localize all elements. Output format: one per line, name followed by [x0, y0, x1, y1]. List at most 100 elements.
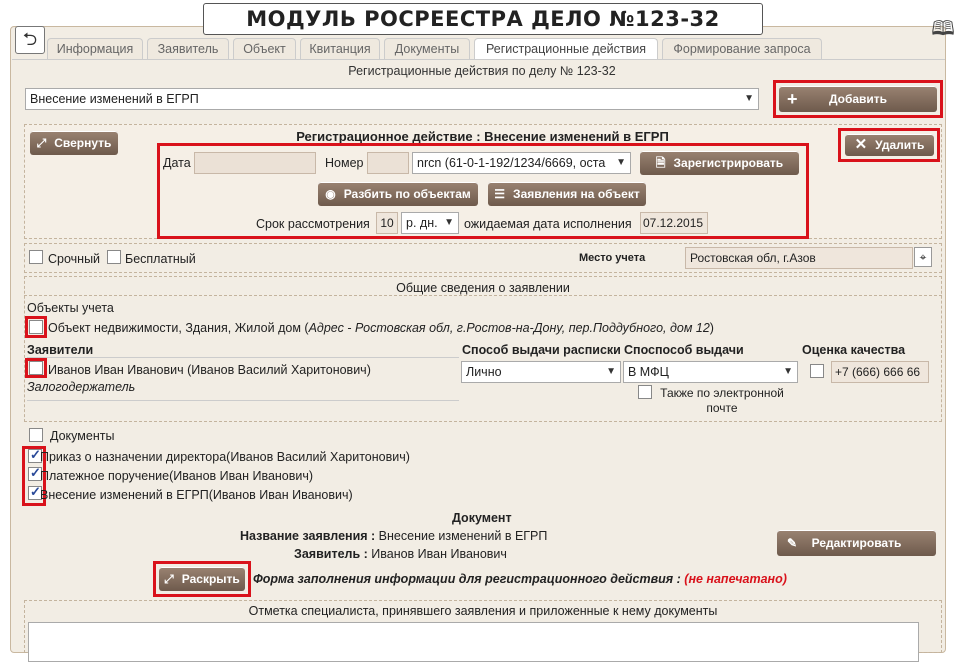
- collapse-arrows-icon: ⤢: [36, 136, 47, 150]
- free-checkbox[interactable]: [107, 250, 121, 264]
- tab-receipt[interactable]: Квитанция: [300, 38, 380, 60]
- specialist-note-textarea[interactable]: [28, 622, 919, 662]
- applications-button-label: Заявления на объект: [513, 187, 640, 201]
- chevron-down-icon: ▼: [744, 93, 754, 104]
- nrcn-select-value: nrcn (61-0-1-192/1234/6669, оста: [417, 156, 606, 170]
- register-button-label: Зарегистрировать: [673, 156, 784, 170]
- also-email-checkbox[interactable]: [638, 385, 652, 399]
- divider: [27, 357, 459, 358]
- divider: [24, 295, 942, 296]
- expand-arrows-icon: ⤢: [164, 572, 174, 586]
- quality-header: Оценка качества: [802, 343, 906, 357]
- term-input[interactable]: 10: [376, 212, 398, 234]
- form-label: Форма заполнения информации для регистра…: [253, 572, 681, 586]
- action-select[interactable]: Внесение изменений в ЕГРП ▼: [25, 88, 759, 110]
- objects-label: Объекты учета: [27, 301, 114, 315]
- document-item-3: Внесение изменений в ЕГРП(Иванов Иван Ив…: [40, 488, 353, 502]
- documents-label: Документы: [50, 429, 115, 443]
- expand-button-label: Раскрыть: [181, 572, 240, 586]
- page-title: МОДУЛЬ РОСРЕЕСТРА ДЕЛО №123-32: [203, 3, 763, 35]
- issue-method-header: Споспособ выдачи: [624, 343, 744, 357]
- tab-documents[interactable]: Документы: [384, 38, 470, 60]
- applicant-checkbox[interactable]: [29, 361, 43, 375]
- object-address: Адрес - Ростовская обл, г.Ростов-на-Дону…: [308, 321, 710, 335]
- term-unit-select[interactable]: р. дн. ▼: [401, 212, 459, 234]
- collapse-button[interactable]: ⤢ Свернуть: [30, 131, 118, 155]
- form-status: (не напечатано): [684, 572, 787, 586]
- document-icon: 🗎: [655, 156, 666, 170]
- term-label: Срок рассмотрения: [256, 217, 370, 231]
- place-label: Место учета: [579, 252, 646, 264]
- applicants-header: Заявители: [27, 343, 94, 357]
- add-button[interactable]: + Добавить: [779, 86, 937, 112]
- back-arrow-icon: ⮌: [22, 29, 38, 49]
- split-icon: ◉: [325, 187, 336, 201]
- object-close: ): [709, 321, 714, 335]
- also-email-label: Также по электронной почте: [660, 386, 784, 415]
- object-row: Объект недвижимости, Здания, Жилой дом (…: [48, 321, 714, 335]
- applications-button[interactable]: ☰ Заявления на объект: [488, 182, 646, 206]
- expected-date-label: ожидаемая дата исполнения: [464, 217, 632, 231]
- receipt-method-header: Способ выдачи расписки: [462, 343, 621, 357]
- documents-checkbox[interactable]: [29, 428, 43, 442]
- tab-divider: [12, 59, 945, 60]
- applicant-name: Иванов Иван Иванович (Иванов Василий Хар…: [48, 363, 371, 377]
- urgent-checkbox[interactable]: [29, 250, 43, 264]
- object-checkbox[interactable]: [29, 320, 43, 334]
- expected-date-input[interactable]: 07.12.2015: [640, 212, 708, 234]
- number-label: Номер: [325, 156, 364, 170]
- pencil-icon: ✎: [787, 536, 798, 550]
- phone-input[interactable]: +7 (666) 666 66: [831, 361, 929, 383]
- receipt-method-value: Лично: [466, 365, 502, 379]
- quality-checkbox[interactable]: [810, 364, 824, 378]
- document-item-1: Приказ о назначении директора(Иванов Вас…: [40, 450, 410, 464]
- reg-action-title: Регистрационное действие : Внесение изме…: [296, 129, 669, 144]
- tab-request-forming[interactable]: Формирование запроса: [662, 38, 822, 60]
- edit-button[interactable]: ✎ Редактировать: [777, 530, 936, 556]
- nrcn-select[interactable]: nrcn (61-0-1-192/1234/6669, оста ▼: [412, 152, 631, 174]
- edit-button-label: Редактировать: [811, 536, 902, 550]
- section-caption: Регистрационные действия по делу № 123-3…: [348, 64, 616, 78]
- app-name-label: Название заявления :: [240, 529, 376, 543]
- chevron-down-icon: ▼: [606, 366, 616, 377]
- expand-button[interactable]: ⤢ Раскрыть: [159, 567, 245, 591]
- collapse-button-label: Свернуть: [54, 136, 112, 150]
- tab-applicant[interactable]: Заявитель: [147, 38, 229, 60]
- split-by-objects-button[interactable]: ◉ Разбить по объектам: [318, 182, 478, 206]
- register-button[interactable]: 🗎 Зарегистрировать: [640, 151, 799, 175]
- number-input[interactable]: [367, 152, 409, 174]
- add-button-label: Добавить: [828, 92, 888, 106]
- form-row: Форма заполнения информации для регистра…: [253, 572, 787, 586]
- place-input[interactable]: Ростовская обл, г.Азов: [685, 247, 913, 269]
- tab-object[interactable]: Объект: [233, 38, 296, 60]
- specialist-note-title: Отметка специалиста, принявшего заявлени…: [248, 604, 718, 618]
- map-pin-icon[interactable]: ⌖: [914, 247, 932, 267]
- free-label: Бесплатный: [125, 252, 196, 266]
- term-unit-value: р. дн.: [406, 216, 438, 230]
- chevron-down-icon: ▼: [783, 366, 793, 377]
- list-icon: ☰: [494, 187, 506, 201]
- urgent-label: Срочный: [48, 252, 101, 266]
- tab-info[interactable]: Информация: [47, 38, 143, 60]
- applicant-role: Залогодержатель: [27, 380, 136, 394]
- receipt-method-select[interactable]: Лично ▼: [461, 361, 621, 383]
- issue-method-select[interactable]: В МФЦ ▼: [623, 361, 798, 383]
- back-button[interactable]: ⮌: [15, 26, 45, 54]
- issue-method-value: В МФЦ: [628, 365, 669, 379]
- date-label: Дата: [163, 156, 191, 170]
- book-icon[interactable]: 🕮: [928, 19, 958, 41]
- date-input[interactable]: [194, 152, 316, 174]
- applicant-label: Заявитель :: [294, 547, 368, 561]
- split-button-label: Разбить по объектам: [343, 187, 471, 201]
- app-name-value: Внесение изменений в ЕГРП: [378, 529, 548, 543]
- delete-button[interactable]: ✕ Удалить: [845, 134, 934, 156]
- chevron-down-icon: ▼: [444, 217, 454, 228]
- object-text: Объект недвижимости, Здания, Жилой дом (: [48, 321, 309, 335]
- applicant-row: Заявитель : Иванов Иван Иванович: [294, 547, 507, 561]
- delete-button-label: Удалить: [875, 138, 925, 152]
- close-icon: ✕: [854, 136, 868, 153]
- tab-registration-actions[interactable]: Регистрационные действия: [474, 38, 658, 60]
- chevron-down-icon: ▼: [614, 153, 626, 173]
- general-info-title: Общие сведения о заявлении: [396, 281, 570, 295]
- plus-icon: +: [787, 89, 798, 109]
